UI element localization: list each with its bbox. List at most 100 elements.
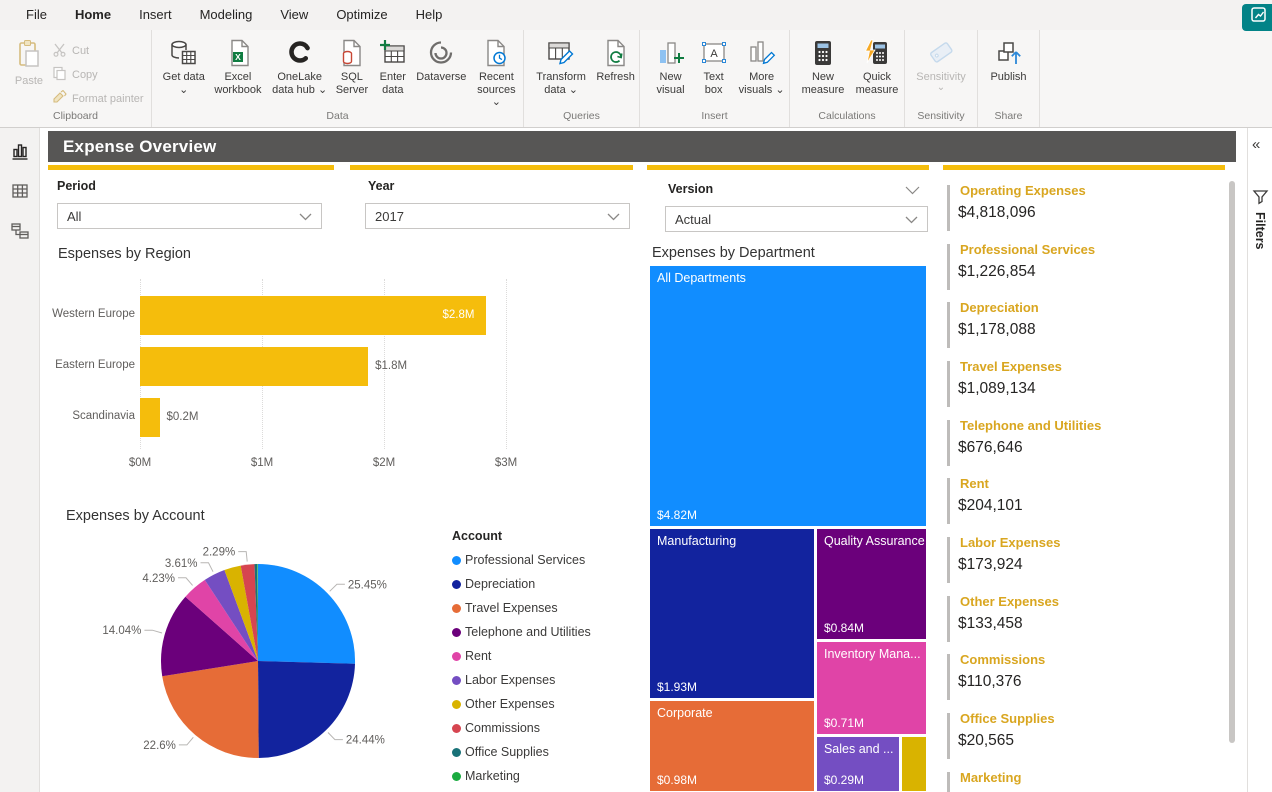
treemap-tile-name: Sales and ...: [824, 742, 894, 756]
legend-item[interactable]: Office Supplies: [452, 740, 591, 764]
dataverse-button[interactable]: Dataverse: [413, 38, 470, 84]
accent-bar: [350, 165, 633, 170]
legend-item[interactable]: Other Expenses: [452, 692, 591, 716]
publish-button[interactable]: Publish: [981, 38, 1037, 84]
card-label: Rent: [960, 476, 989, 491]
legend-label: Telephone and Utilities: [465, 625, 591, 639]
legend-label: Rent: [465, 649, 491, 663]
ribbon-group-queries: Transform data ⌄ Refresh Queries: [524, 30, 640, 127]
text-box-button[interactable]: A Text box: [693, 38, 734, 96]
menu-file[interactable]: File: [12, 0, 61, 30]
report-view-icon[interactable]: [9, 140, 31, 162]
refresh-button[interactable]: Refresh: [592, 38, 639, 84]
period-dropdown[interactable]: All: [57, 203, 322, 229]
sensitivity-button: Sensitivity ⌄: [908, 38, 974, 92]
pie-slice[interactable]: [258, 661, 355, 758]
refresh-icon: [601, 38, 631, 71]
treemap-visual[interactable]: Expenses by Department All Departments$4…: [648, 241, 928, 792]
menu-modeling[interactable]: Modeling: [186, 0, 267, 30]
legend-item[interactable]: Telephone and Utilities: [452, 620, 591, 644]
treemap-tile[interactable]: [902, 737, 926, 791]
pie-legend: Account Professional ServicesDepreciatio…: [452, 529, 591, 788]
excel-workbook-button[interactable]: X Excel workbook: [208, 38, 269, 96]
treemap-tile[interactable]: Sales and ...$0.29M: [817, 737, 899, 791]
version-dropdown[interactable]: Actual: [665, 206, 928, 232]
treemap-tile[interactable]: Manufacturing$1.93M: [650, 529, 814, 698]
legend-item[interactable]: Labor Expenses: [452, 668, 591, 692]
new-visual-button[interactable]: New visual: [648, 38, 693, 96]
pie-percent-label: 3.61%: [165, 558, 198, 570]
treemap-tile[interactable]: Corporate$0.98M: [650, 701, 814, 791]
menu-view[interactable]: View: [266, 0, 322, 30]
card-value: $676,646: [958, 439, 1023, 457]
legend-dot-icon: [452, 652, 461, 661]
year-dropdown[interactable]: 2017: [365, 203, 630, 229]
treemap-tile[interactable]: Quality Assurance$0.84M: [817, 529, 926, 639]
card-item: Commissions$110,376: [943, 652, 1229, 710]
menu-optimize[interactable]: Optimize: [322, 0, 401, 30]
get-data-button[interactable]: Get data ⌄: [160, 38, 208, 96]
ribbon-group-sensitivity: Sensitivity ⌄ Sensitivity: [905, 30, 978, 127]
period-slicer-label: Period: [57, 179, 96, 193]
card-value: $173,924: [958, 556, 1023, 574]
quick-measure-button[interactable]: Quick measure: [850, 38, 904, 96]
card-divider-bar: [947, 772, 950, 792]
card-value: $1,226,854: [958, 263, 1036, 281]
sql-server-button[interactable]: SQL Server: [331, 38, 373, 96]
treemap-tile[interactable]: All Departments$4.82M: [650, 266, 926, 526]
card-label: Professional Services: [960, 242, 1095, 257]
pie-slice[interactable]: [162, 661, 259, 758]
bar-chart-visual[interactable]: Espenses by Region $0M$1M$2M$3MWestern E…: [55, 241, 647, 496]
card-list: Operating Expenses$4,818,096Professional…: [943, 165, 1233, 792]
copilot-corner-button[interactable]: [1242, 4, 1272, 31]
new-visual-icon: [656, 38, 686, 71]
more-visuals-icon: [747, 38, 777, 71]
legend-dot-icon: [452, 676, 461, 685]
vertical-scrollbar[interactable]: [1229, 181, 1235, 743]
legend-label: Commissions: [465, 721, 540, 735]
pie-slice[interactable]: [258, 564, 355, 664]
bar[interactable]: [140, 296, 486, 335]
ribbon-group-clipboard: Paste Cut Copy Format painter Clipboard: [0, 30, 152, 127]
enter-data-button[interactable]: Enter data: [373, 38, 413, 96]
card-value: $204,101: [958, 497, 1023, 515]
pie-label-leader-line: [238, 552, 247, 562]
legend-item[interactable]: Depreciation: [452, 572, 591, 596]
treemap-tile[interactable]: Inventory Mana...$0.71M: [817, 642, 926, 734]
filters-label[interactable]: Filters: [1253, 212, 1267, 250]
legend-label: Other Expenses: [465, 697, 555, 711]
legend-item[interactable]: Marketing: [452, 764, 591, 788]
menu-home[interactable]: Home: [61, 0, 125, 30]
treemap-tile-name: Corporate: [657, 706, 713, 720]
format-painter-button: Format painter: [52, 90, 144, 108]
slicer-header-chevron-icon[interactable]: [905, 182, 920, 200]
legend-label: Travel Expenses: [465, 601, 558, 615]
menu-insert[interactable]: Insert: [125, 0, 186, 30]
pie-percent-label: 25.45%: [348, 579, 387, 591]
recent-sources-button[interactable]: Recent sources ⌄: [470, 38, 523, 109]
model-view-icon[interactable]: [9, 220, 31, 242]
pie-chart-visual[interactable]: Expenses by Account 25.45%24.44%22.6%14.…: [55, 501, 633, 792]
card-divider-bar: [947, 478, 950, 524]
transform-data-button[interactable]: Transform data ⌄: [530, 38, 592, 96]
treemap-tile-value: $1.93M: [657, 680, 697, 694]
bar[interactable]: [140, 398, 160, 437]
accent-bar: [647, 165, 929, 170]
legend-item[interactable]: Rent: [452, 644, 591, 668]
enter-data-icon: [378, 38, 408, 71]
menu-help[interactable]: Help: [402, 0, 457, 30]
bar[interactable]: [140, 347, 368, 386]
data-view-icon[interactable]: [9, 180, 31, 202]
legend-item[interactable]: Commissions: [452, 716, 591, 740]
new-measure-button[interactable]: New measure: [796, 38, 850, 96]
onelake-icon: [285, 38, 315, 71]
more-visuals-button[interactable]: More visuals ⌄: [734, 38, 789, 96]
bar-data-label: $2.8M: [442, 309, 474, 321]
expand-pane-icon[interactable]: «: [1252, 136, 1260, 153]
onelake-button[interactable]: OneLake data hub ⌄: [268, 38, 331, 96]
card-item: Operating Expenses$4,818,096: [943, 183, 1229, 241]
pie-percent-label: 24.44%: [346, 735, 385, 747]
legend-item[interactable]: Travel Expenses: [452, 596, 591, 620]
legend-item[interactable]: Professional Services: [452, 548, 591, 572]
ribbon-group-insert: New visual A Text box More visuals ⌄ Ins…: [640, 30, 790, 127]
